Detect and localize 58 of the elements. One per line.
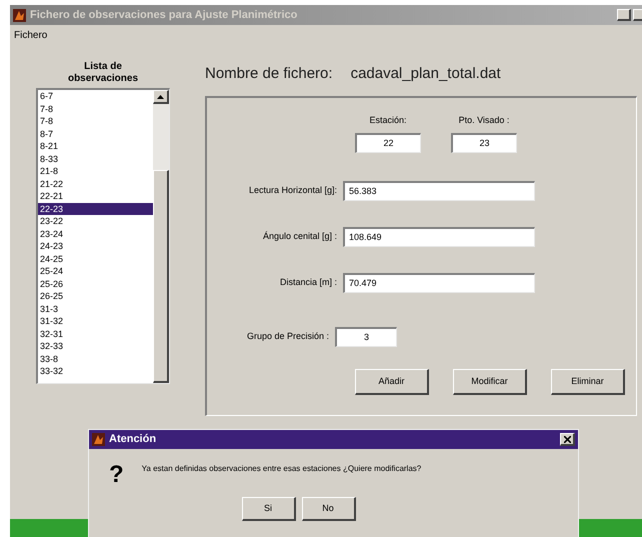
- input-field[interactable]: 70.479: [343, 273, 535, 293]
- field-label: Grupo de Precisión :: [246, 330, 330, 344]
- list-item[interactable]: 32-31: [38, 328, 153, 340]
- app-logo-icon: [13, 8, 26, 22]
- menu-item[interactable]: Fichero: [12, 28, 50, 42]
- list-item[interactable]: 26-25: [38, 290, 153, 302]
- list-item[interactable]: 32-33: [38, 340, 153, 352]
- dialog-button[interactable]: Si: [242, 497, 296, 521]
- list-title: Lista de observaciones: [66, 61, 140, 85]
- list-item[interactable]: 23-24: [38, 228, 153, 240]
- dialog-title: Atención: [109, 432, 158, 448]
- input-field[interactable]: 56.383: [343, 181, 535, 201]
- scroll-up-button[interactable]: [153, 90, 169, 104]
- list-item[interactable]: 8-7: [38, 128, 153, 140]
- observation-list[interactable]: 6-7 7-8 7-8 8-7 8-21 8-33 21-8 21-22 22-21 22-23 23-22 23-24 24-23 24-25 25-24 25-26 26-25 31-3 31-32 32-31 32-33 33-8 33-32: [36, 88, 170, 384]
- dialog-message: Ya estan definidas observaciones entre esas estaciones ¿Quiere modificarlas?: [142, 463, 422, 475]
- input-field[interactable]: 3: [335, 327, 397, 347]
- list-item[interactable]: 22-21: [38, 190, 153, 202]
- list-item[interactable]: 31-3: [38, 302, 153, 315]
- input-field[interactable]: 108.649: [343, 227, 535, 247]
- input-field[interactable]: 23: [451, 133, 517, 153]
- file-name-value: cadaval_plan_total.dat: [350, 64, 501, 84]
- scroll-thumb[interactable]: [153, 170, 169, 383]
- list-item[interactable]: 6-7: [38, 90, 153, 102]
- list-item[interactable]: 7-8: [38, 115, 153, 128]
- list-item[interactable]: 21-8: [38, 165, 153, 178]
- field-label: Estación:: [369, 114, 407, 126]
- list-item[interactable]: 24-25: [38, 252, 153, 265]
- list-item[interactable]: 25-26: [38, 278, 153, 290]
- field-label: Ángulo cenital [g] :: [262, 230, 338, 244]
- close-icon: [564, 436, 570, 442]
- field-label: Pto. Visado :: [458, 114, 510, 126]
- input-field[interactable]: 22: [355, 133, 421, 153]
- list-item[interactable]: 7-8: [38, 102, 153, 115]
- action-button[interactable]: Añadir: [355, 369, 429, 395]
- minimize-button[interactable]: [617, 9, 631, 21]
- file-name-label: Nombre de fichero:: [205, 64, 333, 84]
- field-label: Lectura Horizontal [g]:: [248, 184, 338, 198]
- list-item[interactable]: 25-24: [38, 265, 153, 278]
- action-button[interactable]: Eliminar: [551, 369, 625, 395]
- close-button[interactable]: [560, 433, 575, 446]
- list-item[interactable]: 23-22: [38, 215, 153, 228]
- question-mark: ?: [109, 463, 124, 487]
- list-item[interactable]: 8-33: [38, 152, 153, 165]
- list-item[interactable]: 21-22: [38, 178, 153, 190]
- window-title: Fichero de observaciones para Ajuste Planimétrico: [30, 8, 298, 23]
- list-item[interactable]: 22-23: [38, 202, 153, 215]
- scrollbar[interactable]: [153, 90, 169, 383]
- list-item[interactable]: 33-8: [38, 352, 153, 365]
- list-item[interactable]: 8-21: [38, 140, 153, 152]
- app-logo-icon: [92, 433, 105, 446]
- list-item[interactable]: 33-32: [38, 365, 153, 378]
- list-item[interactable]: 31-32: [38, 315, 153, 328]
- list-item[interactable]: 24-23: [38, 240, 153, 252]
- field-label: Distancia [m] :: [278, 276, 338, 290]
- action-button[interactable]: Modificar: [453, 369, 527, 395]
- dialog-button[interactable]: No: [302, 497, 356, 521]
- up-arrow-icon: [157, 94, 164, 98]
